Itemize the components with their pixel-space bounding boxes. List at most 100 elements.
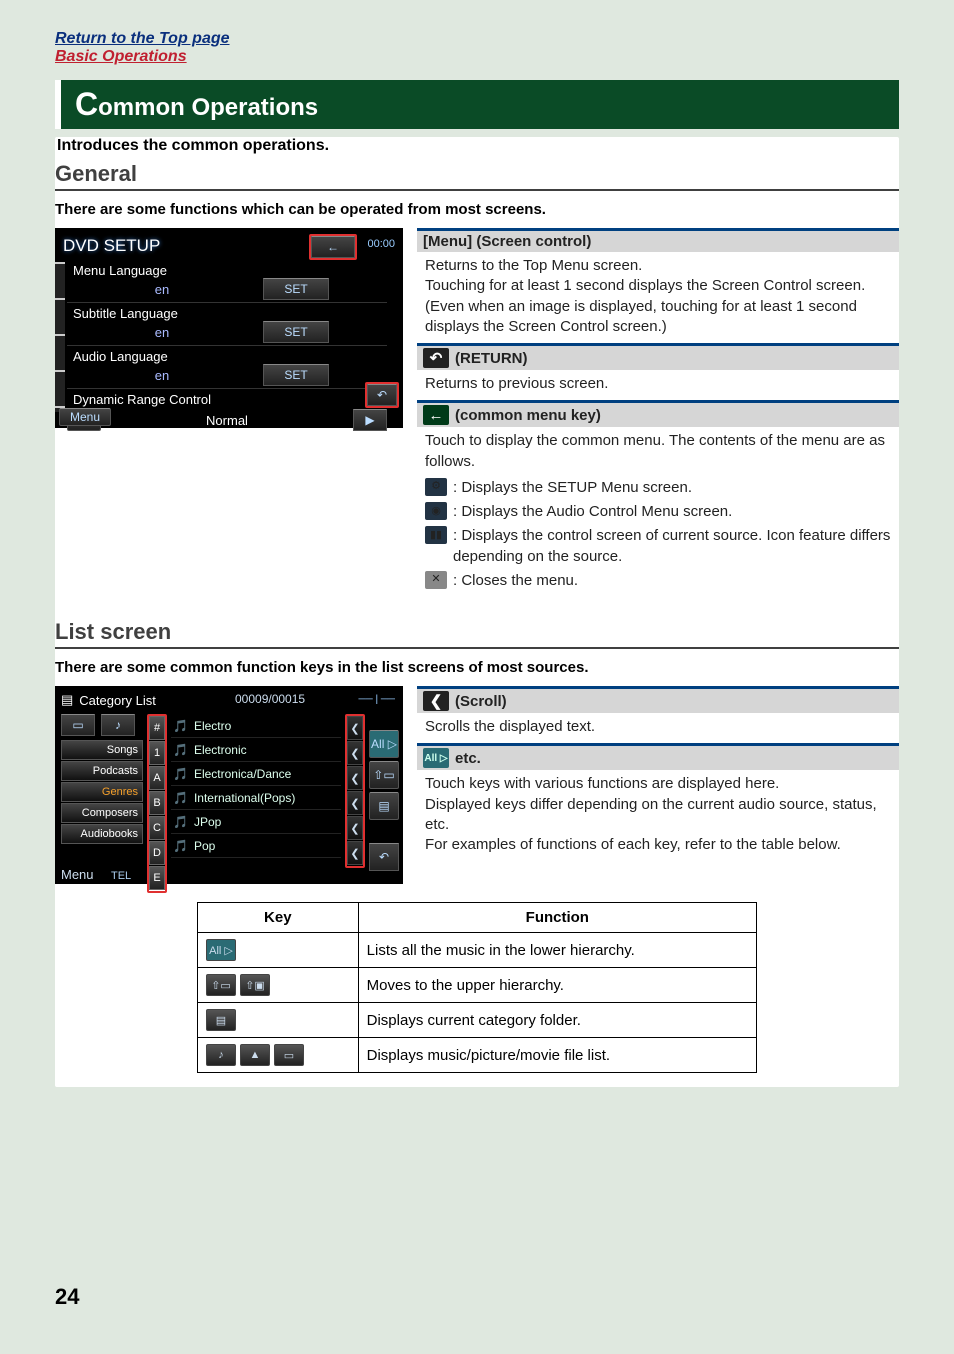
alpha-1[interactable]: 1 xyxy=(149,741,165,765)
range-next-button[interactable]: ▶ xyxy=(353,409,387,431)
setup-icon: ⚙ xyxy=(425,478,447,496)
return-button-highlight[interactable]: ↶ xyxy=(365,382,399,408)
dvd-setup-screenshot: DVD SETUP ← 00:00 Menu Language en SET Su… xyxy=(55,228,403,428)
left-icon-1[interactable]: ▭ xyxy=(61,714,95,736)
return-icon: ↶ xyxy=(367,384,397,406)
genre-icon: 🎵 xyxy=(173,791,188,805)
scroll-left-icon[interactable]: ❮ xyxy=(347,766,363,790)
tab-genres[interactable]: Genres xyxy=(61,782,143,802)
dvd-title: DVD SETUP xyxy=(63,236,160,256)
alpha-4[interactable]: C xyxy=(149,816,165,840)
tab-podcasts[interactable]: Podcasts xyxy=(61,761,143,781)
audio-control-icon: ◉ xyxy=(425,502,447,520)
tab-composers[interactable]: Composers xyxy=(61,803,143,823)
general-explain: [Menu] (Screen control) Returns to the T… xyxy=(417,228,899,601)
list-item[interactable]: 🎵Electronic xyxy=(171,738,341,762)
top-link-block: Return to the Top page Basic Operations xyxy=(55,30,899,66)
etc-head: All ▷etc. xyxy=(417,743,899,770)
scroll-left-icon[interactable]: ❮ xyxy=(347,841,363,865)
alpha-scroll-highlight[interactable]: # 1 A B C D E xyxy=(147,714,167,893)
menu-button-highlight[interactable]: Menu xyxy=(59,408,111,426)
range-value: Normal xyxy=(107,413,347,428)
scroll-left-icon[interactable]: ❮ xyxy=(347,716,363,740)
category-folder-highlight[interactable]: ▤ xyxy=(369,792,399,820)
scroll-body: Scrolls the displayed text. xyxy=(417,713,899,743)
list-item[interactable]: 🎵Electro xyxy=(171,714,341,738)
cat-menu-button[interactable]: Menu xyxy=(61,867,94,882)
general-subtext: There are some functions which can be op… xyxy=(55,201,899,218)
genre-icon: 🎵 xyxy=(173,839,188,853)
basic-ops-link[interactable]: Basic Operations xyxy=(55,48,187,65)
page-number: 24 xyxy=(55,1284,79,1310)
scroll-left-icon[interactable]: ❮ xyxy=(347,791,363,815)
title-rest: ommon Operations xyxy=(98,94,318,121)
scroll-left-icon[interactable]: ❮ xyxy=(347,816,363,840)
all-icon: All ▷ xyxy=(423,748,449,768)
key-music-icon: ♪ xyxy=(206,1044,236,1066)
title-prefix: C xyxy=(75,86,98,122)
row-2-set-button[interactable]: SET xyxy=(263,364,329,386)
tab-audiobooks[interactable]: Audiobooks xyxy=(61,824,143,844)
category-count: 00009/00015 xyxy=(235,692,305,706)
alpha-0[interactable]: # xyxy=(149,716,165,740)
table-row: ⇧▭⇧▣ Moves to the upper hierarchy. xyxy=(198,968,757,1003)
func-3: Displays music/picture/movie file list. xyxy=(358,1038,756,1073)
return-button[interactable]: ↶ xyxy=(369,843,399,871)
row-1-value: en xyxy=(67,325,257,340)
etc-body: Touch keys with various functions are di… xyxy=(417,770,899,861)
genre-icon: 🎵 xyxy=(173,743,188,757)
scroll-left-icon[interactable]: ❮ xyxy=(347,741,363,765)
category-list-screenshot: ▤Category List 00009/00015 ── | ── ▭ ♪ S… xyxy=(55,686,403,884)
genre-icon: 🎵 xyxy=(173,815,188,829)
row-1-label: Subtitle Language xyxy=(67,305,387,321)
func-1: Moves to the upper hierarchy. xyxy=(358,968,756,1003)
all-button-highlight[interactable]: All ▷ xyxy=(369,730,399,758)
alpha-3[interactable]: B xyxy=(149,791,165,815)
alpha-5[interactable]: D xyxy=(149,841,165,865)
up-hierarchy-highlight[interactable]: ⇧▭ xyxy=(369,761,399,789)
dvd-time: 00:00 xyxy=(367,238,395,250)
return-body: Returns to previous screen. xyxy=(417,370,899,400)
scroll-icon: ❮ xyxy=(423,691,449,711)
dash-icon: ── | ── xyxy=(359,694,396,705)
genre-icon: 🎵 xyxy=(173,719,188,733)
page-title: Common Operations xyxy=(55,80,899,129)
tab-songs[interactable]: Songs xyxy=(61,740,143,760)
key-up1-icon: ⇧▭ xyxy=(206,974,236,996)
scroll-head: ❮(Scroll) xyxy=(417,686,899,713)
list-item[interactable]: 🎵Electronica/Dance xyxy=(171,762,341,786)
return-top-link[interactable]: Return to the Top page xyxy=(55,30,230,47)
key-folder-icon: ▤ xyxy=(206,1009,236,1031)
key-all-icon: All ▷ xyxy=(206,939,236,961)
close-icon: ✕ xyxy=(425,571,447,589)
alpha-6[interactable]: E xyxy=(149,866,165,890)
list-screen-subtext: There are some common function keys in t… xyxy=(55,659,899,676)
current-source-icon: ▮▮ xyxy=(425,526,447,544)
row-1-set-button[interactable]: SET xyxy=(263,321,329,343)
bullet-1: : Displays the Audio Control Menu screen… xyxy=(453,502,732,522)
list-explain: ❮(Scroll) Scrolls the displayed text. Al… xyxy=(417,686,899,861)
general-heading: General xyxy=(55,161,899,191)
key-movie-icon: ▭ xyxy=(274,1044,304,1066)
alpha-2[interactable]: A xyxy=(149,766,165,790)
common-menu-head: ←(common menu key) xyxy=(417,400,899,427)
th-key: Key xyxy=(198,903,359,933)
list-item[interactable]: 🎵JPop xyxy=(171,810,341,834)
row-2-value: en xyxy=(67,368,257,383)
row-2-label: Audio Language xyxy=(67,348,387,364)
left-icon-2[interactable]: ♪ xyxy=(101,714,135,736)
bullet-0: : Displays the SETUP Menu screen. xyxy=(453,478,692,498)
list-item[interactable]: 🎵International(Pops) xyxy=(171,786,341,810)
row-0-label: Menu Language xyxy=(67,262,387,278)
func-2: Displays current category folder. xyxy=(358,1003,756,1038)
menu-screen-control-body: Returns to the Top Menu screen. Touching… xyxy=(417,252,899,343)
row-0-value: en xyxy=(67,282,257,297)
common-menu-key-highlight[interactable]: ← xyxy=(309,234,357,260)
row-0-set-button[interactable]: SET xyxy=(263,278,329,300)
list-screen-heading: List screen xyxy=(55,619,899,649)
function-table: KeyFunction All ▷ Lists all the music in… xyxy=(197,902,757,1073)
key-up2-icon: ⇧▣ xyxy=(240,974,270,996)
scroll-col-highlight[interactable]: ❮ ❮ ❮ ❮ ❮ ❮ xyxy=(345,714,365,868)
list-item[interactable]: 🎵Pop xyxy=(171,834,341,858)
table-row: ▤ Displays current category folder. xyxy=(198,1003,757,1038)
